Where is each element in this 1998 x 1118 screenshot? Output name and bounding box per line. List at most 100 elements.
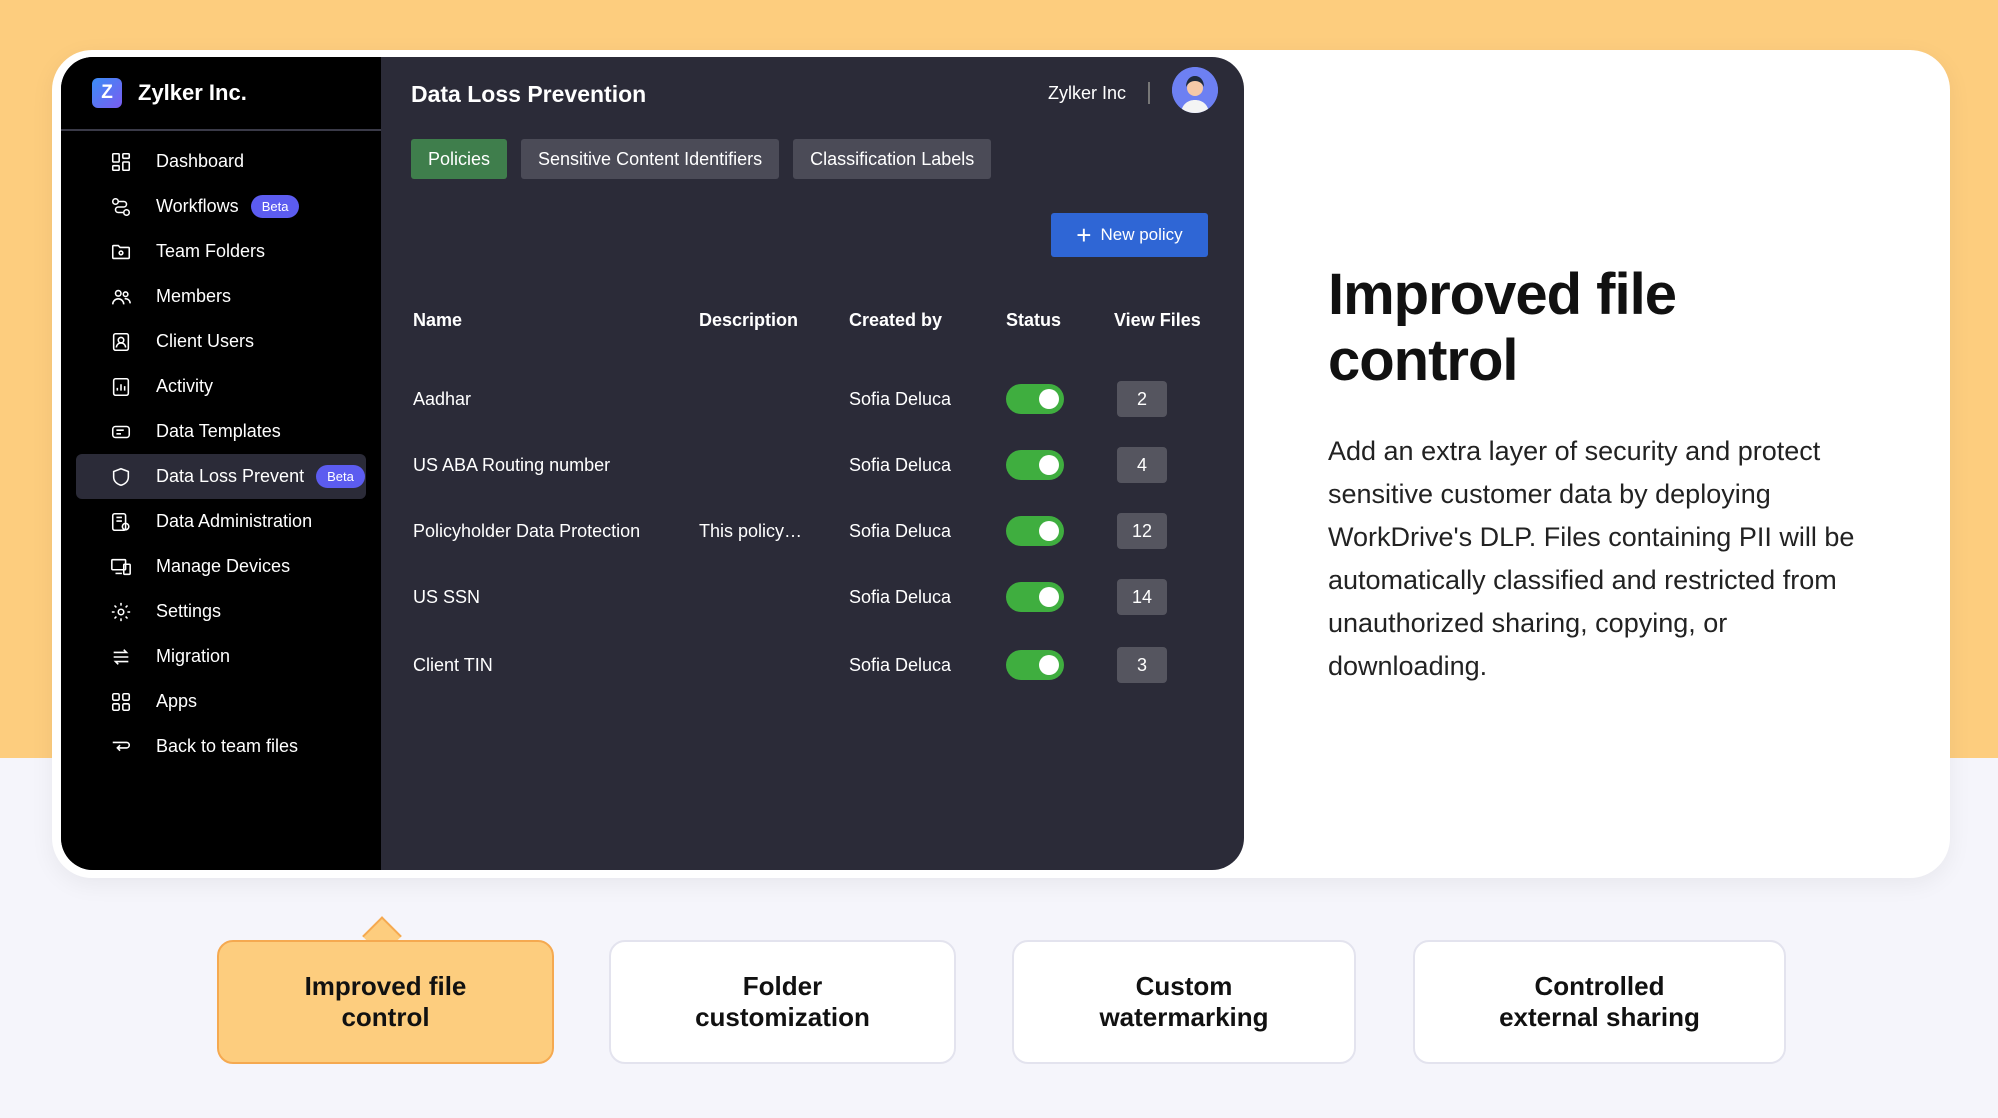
policy-name[interactable]: Policyholder Data Protection	[413, 521, 640, 542]
toggle-knob	[1039, 389, 1059, 409]
sidebar-item-members[interactable]: Members	[76, 274, 366, 319]
page-title: Data Loss Prevention	[411, 81, 647, 107]
policy-created-by: Sofia Deluca	[849, 389, 952, 409]
main-panel: Data Loss Prevention Zylker Inc Policies…	[381, 57, 1244, 870]
policy-name[interactable]: US ABA Routing number	[413, 455, 610, 476]
sidebar-item-data-administration[interactable]: Data Administration	[76, 499, 366, 544]
headline-line: Improved file	[1328, 262, 1677, 327]
beta-badge: Beta	[316, 465, 365, 488]
new-policy-button[interactable]: + New policy	[1051, 213, 1208, 257]
view-files-count[interactable]: 2	[1117, 381, 1167, 417]
sidebar-item-settings[interactable]: Settings	[76, 589, 366, 634]
plus-icon: +	[1076, 220, 1092, 250]
app-window: Z Zylker Inc. Dashboard Workflows Beta T…	[61, 57, 1244, 870]
sidebar-item-back-to-team-files[interactable]: Back to team files	[76, 724, 366, 769]
headline-line: control	[1328, 328, 1519, 393]
column-header-description[interactable]: Description	[699, 310, 798, 331]
feature-label: Custom	[1135, 971, 1233, 1001]
status-toggle[interactable]	[1006, 582, 1064, 612]
sidebar-item-label: Workflows	[156, 196, 239, 216]
view-files-count[interactable]: 3	[1117, 647, 1167, 683]
sidebar-item-workflows[interactable]: Workflows Beta	[76, 184, 366, 229]
column-header-status[interactable]: Status	[1006, 310, 1061, 331]
sidebar-item-data-loss-prevention[interactable]: Data Loss Prevent Beta	[76, 454, 366, 499]
policy-created-by: Sofia Deluca	[849, 655, 952, 675]
feature-label: Improved file	[304, 971, 467, 1001]
header-divider	[1148, 82, 1150, 104]
sidebar-item-label: Data Loss Prevent	[156, 466, 305, 486]
sidebar-item-data-templates[interactable]: Data Templates	[76, 409, 366, 454]
tab-classification-labels[interactable]: Classification Labels	[793, 139, 992, 179]
sidebar-item-migration[interactable]: Migration	[76, 634, 366, 679]
feature-tab-controlled-external-sharing[interactable]: Controlled external sharing	[1413, 940, 1786, 1064]
data-template-icon	[110, 421, 132, 443]
sidebar-item-manage-devices[interactable]: Manage Devices	[76, 544, 366, 589]
data-admin-icon	[110, 511, 132, 533]
feature-tab-improved-file-control[interactable]: Improved file control	[217, 940, 554, 1064]
status-toggle[interactable]	[1006, 384, 1064, 414]
status-toggle[interactable]	[1006, 650, 1064, 680]
feature-label: control	[341, 1002, 430, 1032]
view-files-count[interactable]: 14	[1117, 579, 1167, 615]
brand-logo-icon: Z	[92, 78, 122, 108]
beta-badge: Beta	[250, 195, 300, 218]
policy-name[interactable]: Aadhar	[413, 389, 471, 410]
policy-created-by: Sofia Deluca	[849, 521, 952, 541]
client-user-icon	[110, 331, 132, 353]
shield-icon	[110, 466, 132, 488]
sidebar-item-client-users[interactable]: Client Users	[76, 319, 366, 364]
sidebar-item-label: Settings	[156, 601, 222, 621]
sidebar-item-label: Dashboard	[156, 151, 245, 171]
sidebar-item-label: Team Folders	[156, 241, 266, 261]
toggle-knob	[1039, 655, 1059, 675]
policy-name[interactable]: US SSN	[413, 587, 480, 608]
view-files-count[interactable]: 12	[1117, 513, 1167, 549]
sidebar-item-label: Migration	[156, 646, 231, 666]
feature-tab-custom-watermarking[interactable]: Custom watermarking	[1012, 940, 1356, 1064]
migration-icon	[110, 646, 132, 668]
toggle-knob	[1039, 521, 1059, 541]
sidebar-item-team-folders[interactable]: Team Folders	[76, 229, 366, 274]
user-avatar-icon	[1172, 67, 1218, 113]
new-policy-label: New policy	[1100, 225, 1183, 244]
sidebar-item-label: Members	[156, 286, 232, 306]
tab-sensitive-content-identifiers[interactable]: Sensitive Content Identifiers	[521, 139, 780, 179]
sidebar-item-label: Client Users	[156, 331, 255, 351]
feature-label: Folder	[742, 971, 823, 1001]
dashboard-icon	[110, 151, 132, 173]
sidebar: Z Zylker Inc. Dashboard Workflows Beta T…	[61, 57, 381, 870]
policy-created-by: Sofia Deluca	[849, 455, 952, 475]
sidebar-item-label: Data Templates	[156, 421, 281, 441]
view-files-count[interactable]: 4	[1117, 447, 1167, 483]
org-name[interactable]: Zylker Inc	[1048, 83, 1126, 104]
sidebar-item-label: Apps	[156, 691, 198, 711]
tab-bar: Policies Sensitive Content Identifiers C…	[411, 139, 992, 179]
toggle-knob	[1039, 587, 1059, 607]
sidebar-item-apps[interactable]: Apps	[76, 679, 366, 724]
team-folder-icon	[110, 241, 132, 263]
column-header-view-files[interactable]: View Files	[1114, 310, 1201, 331]
feature-description: Add an extra layer of security and prote…	[1328, 436, 1855, 681]
brand: Z Zylker Inc.	[61, 57, 381, 131]
column-header-name[interactable]: Name	[413, 310, 462, 331]
avatar[interactable]	[1172, 67, 1218, 113]
members-icon	[110, 286, 132, 308]
policy-created-by: Sofia Deluca	[849, 587, 952, 607]
status-toggle[interactable]	[1006, 450, 1064, 480]
sidebar-item-label: Activity	[156, 376, 214, 396]
feature-label: watermarking	[1099, 1002, 1269, 1032]
sidebar-item-label: Manage Devices	[156, 556, 291, 576]
sidebar-item-activity[interactable]: Activity	[76, 364, 366, 409]
activity-icon	[110, 376, 132, 398]
tab-policies[interactable]: Policies	[411, 139, 508, 179]
brand-name: Zylker Inc.	[138, 80, 247, 105]
feature-headline: Improved file control	[1328, 262, 1677, 394]
back-icon	[110, 736, 132, 758]
column-header-created-by[interactable]: Created by	[849, 310, 942, 331]
feature-label: customization	[695, 1002, 870, 1032]
sidebar-item-dashboard[interactable]: Dashboard	[76, 139, 366, 184]
feature-tab-folder-customization[interactable]: Folder customization	[609, 940, 956, 1064]
policy-name[interactable]: Client TIN	[413, 655, 493, 676]
gear-icon	[110, 601, 132, 623]
status-toggle[interactable]	[1006, 516, 1064, 546]
